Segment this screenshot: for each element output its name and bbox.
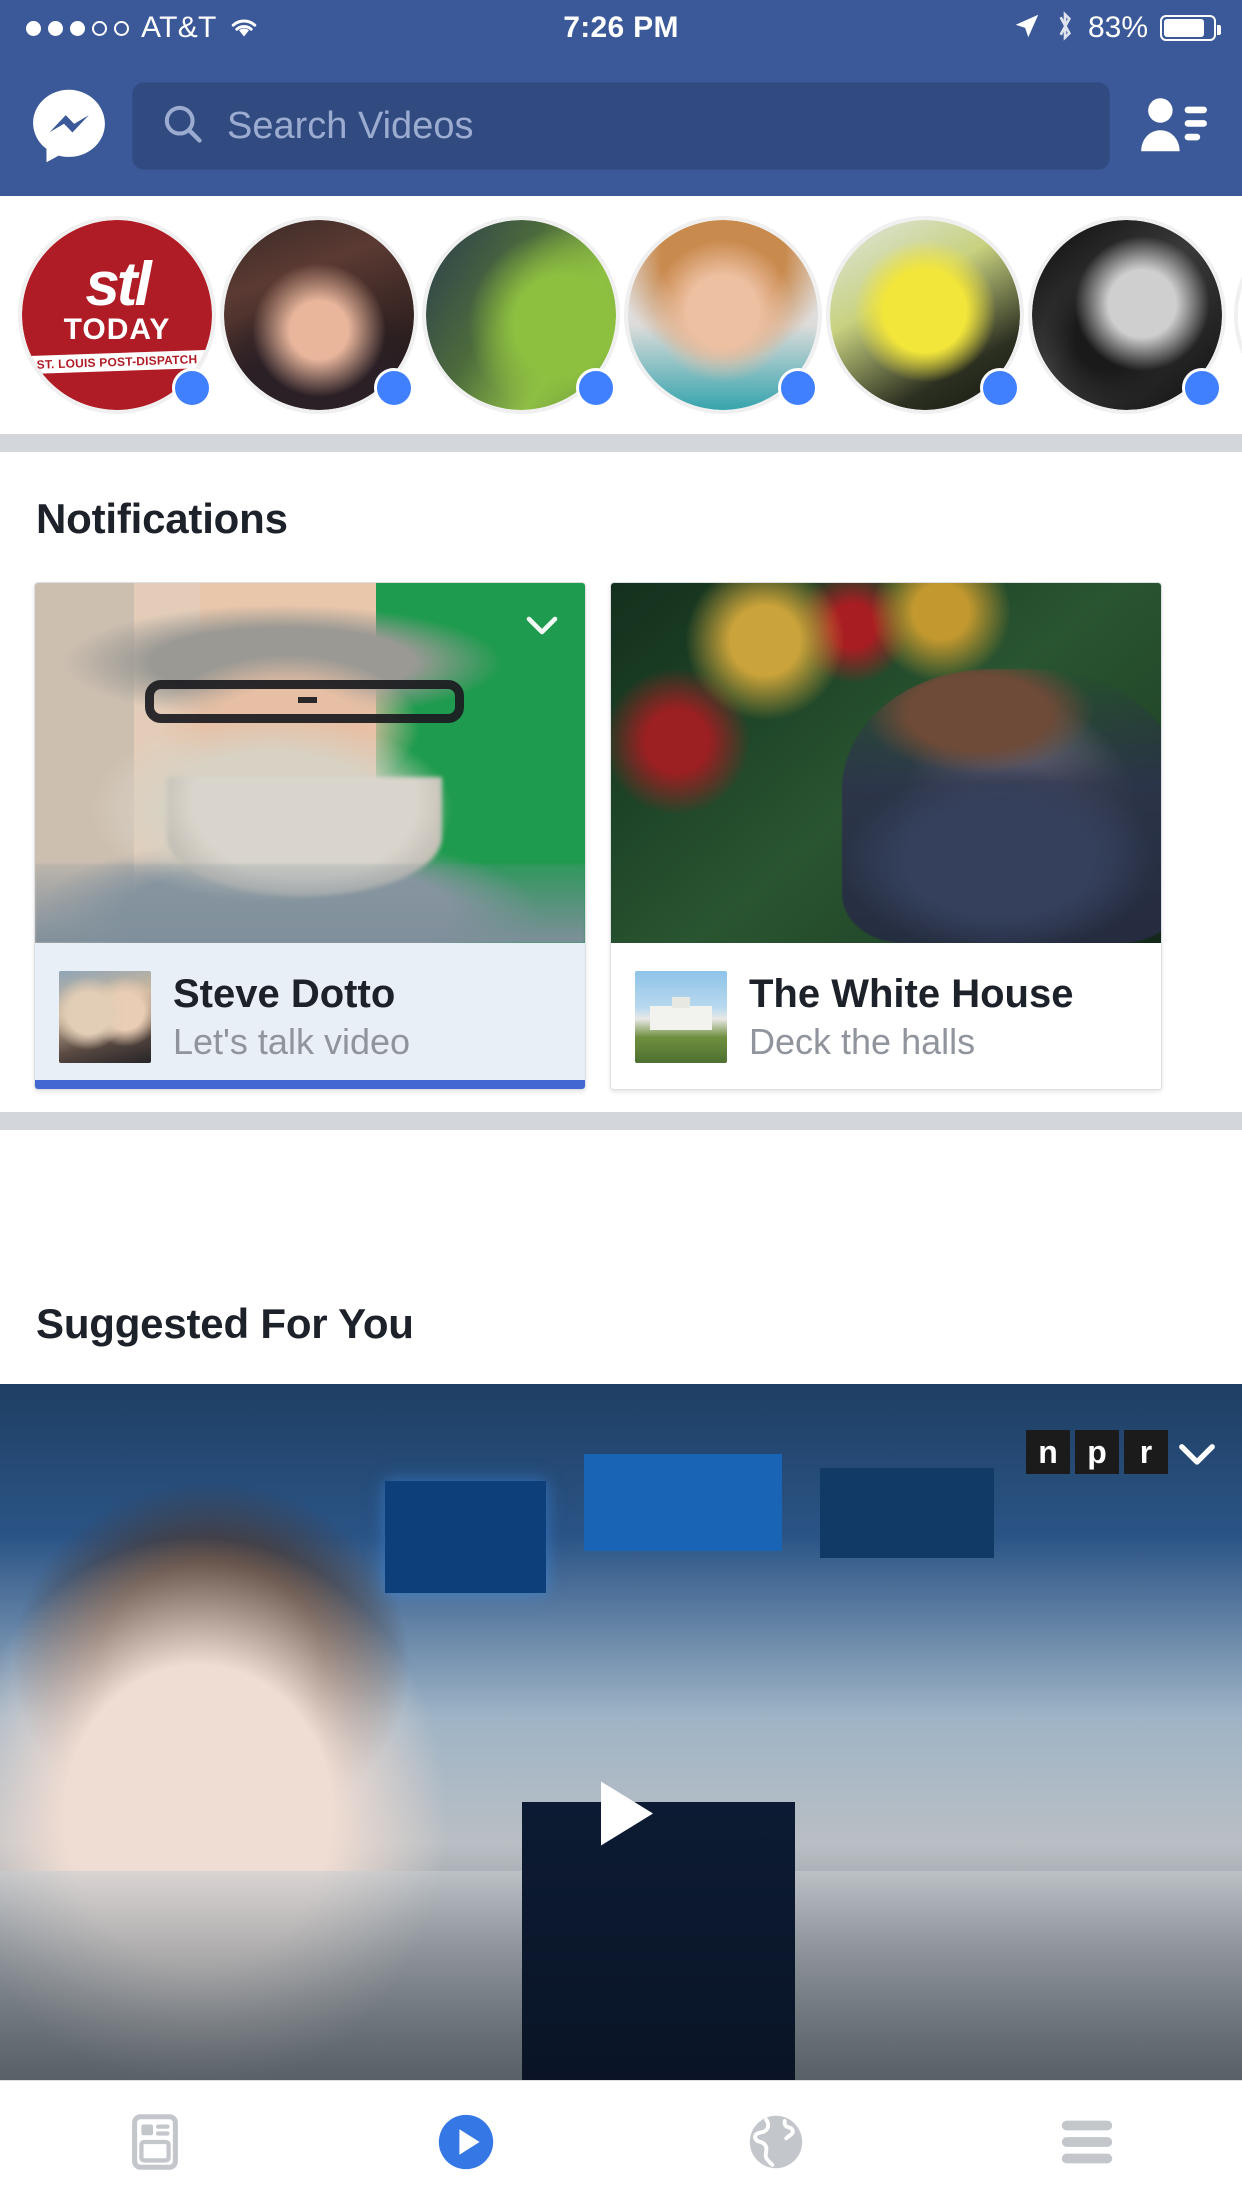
story-item[interactable]	[218, 214, 420, 416]
play-icon[interactable]	[561, 1753, 681, 1878]
video-play-icon	[433, 2109, 499, 2180]
search-placeholder: Search Videos	[227, 104, 474, 147]
friend-requests-icon[interactable]	[1130, 83, 1216, 169]
video-card-text: The White House Deck the halls	[749, 971, 1074, 1062]
thumbnail-image	[0, 1384, 1242, 2080]
video-subtitle: Let's talk video	[173, 1020, 411, 1062]
wifi-icon	[229, 16, 259, 40]
live-badge	[374, 368, 414, 408]
carrier-label: AT&T	[141, 11, 217, 44]
chevron-down-icon[interactable]	[511, 595, 573, 657]
story-item[interactable]	[1232, 214, 1242, 416]
search-icon	[161, 102, 205, 151]
video-feed-screen: AT&T 7:26 PM 83% Search Videos stl TODAY…	[0, 0, 1242, 2208]
thumbnail-image	[611, 583, 1161, 943]
notifications-section-title: Notifications	[36, 495, 288, 542]
watch-progress-bar	[35, 1080, 585, 1089]
video-card[interactable]: Steve Dotto Let's talk video	[34, 582, 586, 1090]
bluetooth-icon	[1054, 10, 1076, 47]
stories-row[interactable]: stl TODAY ST. LOUIS POST-DISPATCH	[0, 196, 1242, 434]
thumbnail-image	[35, 583, 585, 943]
avatar	[1238, 220, 1242, 410]
status-bar-left: AT&T	[26, 11, 259, 45]
video-subtitle: Deck the halls	[749, 1020, 976, 1062]
story-item[interactable]	[420, 214, 622, 416]
section-divider	[0, 1112, 1242, 1130]
live-badge	[778, 368, 818, 408]
video-card-footer[interactable]: Steve Dotto Let's talk video	[35, 943, 585, 1089]
signal-strength-icon	[26, 20, 129, 36]
tab-news-feed[interactable]	[0, 2081, 311, 2208]
news-feed-icon	[122, 2109, 188, 2180]
status-bar-right: 83%	[1012, 10, 1221, 47]
video-card[interactable]: The White House Deck the halls	[610, 582, 1162, 1090]
page-avatar	[59, 971, 151, 1063]
live-badge	[576, 368, 616, 408]
story-item[interactable]	[622, 214, 824, 416]
live-badge	[1182, 368, 1222, 408]
story-item[interactable]	[1026, 214, 1228, 416]
messenger-icon[interactable]	[26, 83, 112, 169]
live-badge	[172, 368, 212, 408]
tab-videos[interactable]	[311, 2081, 622, 2208]
live-badge	[980, 368, 1020, 408]
chevron-down-icon[interactable]	[1166, 1424, 1228, 1486]
search-videos-field[interactable]: Search Videos	[132, 82, 1110, 170]
status-bar: AT&T 7:26 PM 83%	[0, 0, 1242, 56]
video-card-text: Steve Dotto Let's talk video	[173, 971, 411, 1062]
video-card-footer[interactable]: The White House Deck the halls	[611, 943, 1161, 1089]
npr-watermark: npr	[1026, 1430, 1168, 1474]
page-avatar	[635, 971, 727, 1063]
story-item[interactable]: stl TODAY ST. LOUIS POST-DISPATCH	[16, 214, 218, 416]
page-name: Steve Dotto	[173, 971, 396, 1016]
video-thumbnail[interactable]	[611, 583, 1161, 943]
battery-percent-label: 83%	[1087, 11, 1148, 44]
video-thumbnail[interactable]	[35, 583, 585, 943]
top-nav-bar: Search Videos	[0, 56, 1242, 196]
location-arrow-icon	[1012, 11, 1042, 46]
section-divider	[0, 434, 1242, 452]
suggested-section-title: Suggested For You	[36, 1300, 414, 1347]
story-item[interactable]	[824, 214, 1026, 416]
notifications-cards-row[interactable]: Steve Dotto Let's talk video The White H…	[0, 582, 1242, 1098]
globe-icon	[743, 2109, 809, 2180]
stl-logo-top: stl	[85, 249, 151, 319]
page-name: The White House	[749, 971, 1074, 1016]
stl-logo-mid: TODAY	[63, 313, 171, 347]
bottom-tab-bar[interactable]	[0, 2080, 1242, 2208]
battery-icon	[1160, 15, 1221, 41]
hamburger-menu-icon	[1054, 2114, 1120, 2175]
suggested-video-thumbnail[interactable]: npr	[0, 1384, 1242, 2080]
tab-notifications[interactable]	[621, 2081, 932, 2208]
tab-menu[interactable]	[932, 2081, 1242, 2208]
